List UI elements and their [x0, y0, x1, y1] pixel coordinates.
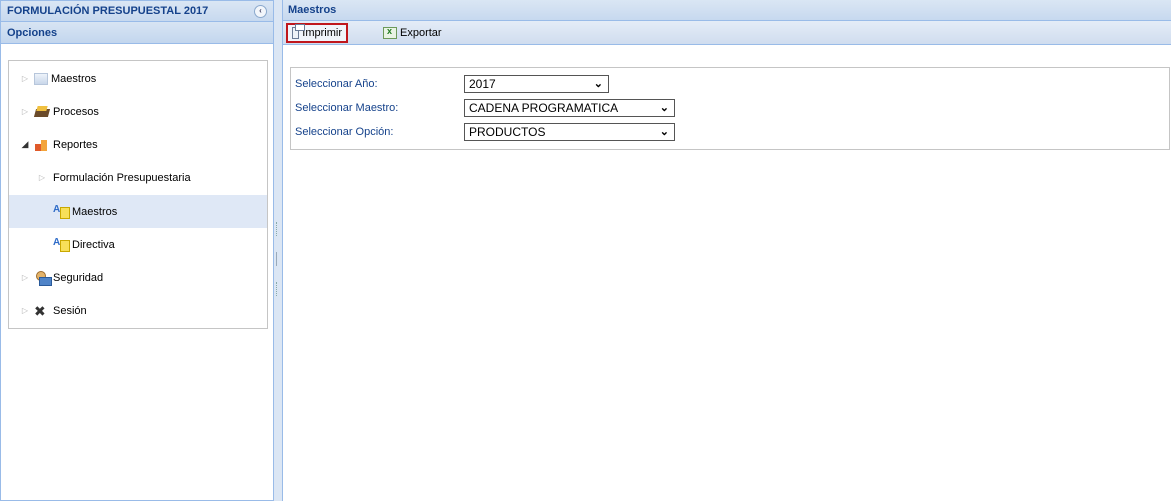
toolbar: Imprimir Exportar	[283, 21, 1171, 45]
tree-item-label: Seguridad	[53, 271, 104, 284]
option-select-value: PRODUCTOS	[469, 125, 546, 139]
chevron-left-icon[interactable]: ‹	[254, 4, 267, 18]
tree-item-directiva[interactable]: Directiva	[9, 228, 267, 261]
tree-item-procesos[interactable]: ▷ Procesos	[9, 95, 267, 128]
options-header: Opciones	[1, 22, 273, 44]
tree-item-seguridad[interactable]: ▷ Seguridad	[9, 261, 267, 294]
tree-item-sesion[interactable]: ▷ ✖ Sesión	[9, 294, 267, 327]
tree-item-report-maestros[interactable]: Maestros	[9, 195, 267, 228]
report-doc-icon	[53, 237, 70, 252]
tree-item-label: Formulación Presupuestaria	[53, 171, 191, 184]
tree-item-maestros[interactable]: ▷ Maestros	[9, 62, 267, 95]
year-select[interactable]: 2017 ⌄	[464, 75, 609, 93]
export-button[interactable]: Exportar	[379, 23, 446, 43]
master-row: Seleccionar Maestro: CADENA PROGRAMATICA…	[291, 97, 1169, 119]
printer-icon	[292, 24, 306, 39]
tree-item-label: Sesión	[53, 304, 87, 317]
maestros-icon	[34, 72, 48, 85]
navigation-tree: ▷ Maestros ▷ Procesos ◢ Reportes ▷ Formu…	[8, 60, 268, 329]
reportes-icon	[34, 138, 50, 152]
year-row: Seleccionar Año: 2017 ⌄	[291, 73, 1169, 95]
option-select[interactable]: PRODUCTOS ⌄	[464, 123, 675, 141]
tree-item-label: Reportes	[53, 138, 98, 151]
tree-item-reportes[interactable]: ◢ Reportes	[9, 128, 267, 161]
year-label: Seleccionar Año:	[295, 78, 378, 90]
collapse-arrow-icon[interactable]: ◢	[20, 139, 30, 150]
print-button[interactable]: Imprimir	[286, 23, 348, 43]
excel-icon	[383, 26, 397, 39]
seguridad-icon	[34, 270, 52, 286]
expand-arrow-icon[interactable]: ▷	[20, 107, 30, 116]
app-title-bar: FORMULACIÓN PRESUPUESTAL 2017 ‹	[1, 1, 273, 22]
procesos-icon	[34, 106, 50, 118]
content-panel: Maestros Imprimir Exportar Seleccionar A…	[282, 0, 1171, 501]
panel-splitter[interactable]	[274, 0, 282, 501]
content-title-bar: Maestros	[283, 0, 1171, 21]
splitter-grip-icon	[276, 222, 279, 236]
chevron-down-icon: ⌄	[659, 126, 669, 138]
tree-item-label: Maestros	[51, 72, 97, 85]
expand-arrow-icon[interactable]: ▷	[20, 273, 30, 282]
chevron-down-icon: ⌄	[659, 102, 669, 114]
master-select-value: CADENA PROGRAMATICA	[469, 101, 619, 115]
sesion-icon: ✖	[34, 302, 46, 319]
filter-form: Seleccionar Año: 2017 ⌄ Seleccionar Maes…	[290, 67, 1170, 150]
tree-item-formulacion-presupuestaria[interactable]: ▷ Formulación Presupuestaria	[9, 161, 267, 194]
expand-arrow-icon[interactable]: ▷	[20, 306, 30, 315]
year-select-value: 2017	[469, 77, 496, 91]
splitter-collapse-icon[interactable]	[276, 252, 279, 266]
tree-item-label: Maestros	[72, 205, 118, 218]
page-title: Maestros	[288, 4, 337, 16]
master-label: Seleccionar Maestro:	[295, 102, 399, 114]
master-select[interactable]: CADENA PROGRAMATICA ⌄	[464, 99, 675, 117]
option-label: Seleccionar Opción:	[295, 126, 394, 138]
chevron-down-icon: ⌄	[593, 78, 603, 90]
options-panel: FORMULACIÓN PRESUPUESTAL 2017 ‹ Opciones…	[0, 0, 274, 501]
report-doc-icon	[53, 204, 70, 219]
expand-arrow-icon[interactable]: ▷	[37, 173, 47, 182]
tree-item-label: Directiva	[72, 238, 115, 251]
export-button-label: Exportar	[400, 27, 442, 39]
tree-item-label: Procesos	[53, 105, 99, 118]
options-header-label: Opciones	[7, 26, 58, 39]
app-title: FORMULACIÓN PRESUPUESTAL 2017	[7, 5, 209, 17]
expand-arrow-icon[interactable]: ▷	[20, 74, 30, 83]
print-button-label: Imprimir	[302, 27, 342, 39]
option-row: Seleccionar Opción: PRODUCTOS ⌄	[291, 121, 1169, 143]
splitter-grip-icon	[276, 282, 279, 296]
